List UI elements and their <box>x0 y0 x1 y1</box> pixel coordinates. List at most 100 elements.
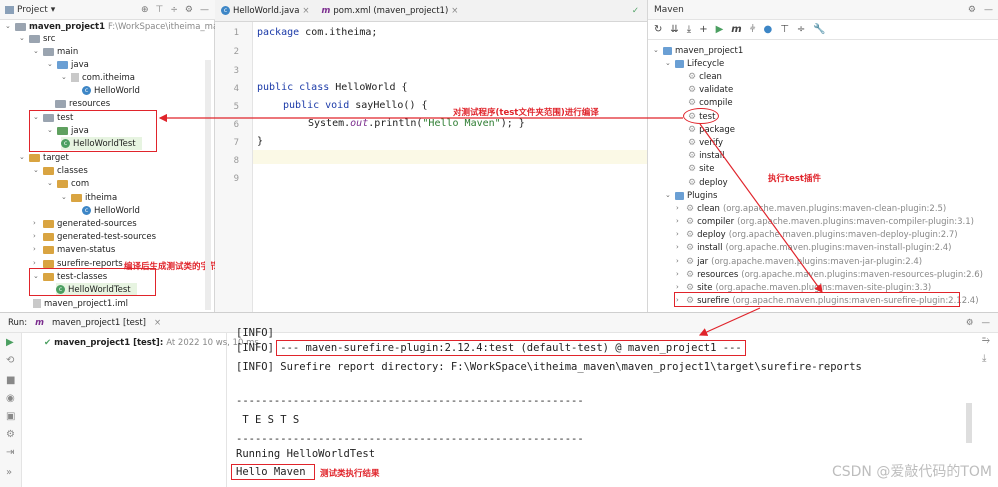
scroll-to-end-icon[interactable]: ⤓ <box>982 353 986 364</box>
chevron-right-icon[interactable]: › <box>676 284 683 291</box>
generate-sources-icon[interactable]: ⇊ <box>670 24 678 35</box>
close-icon[interactable]: × <box>154 318 161 328</box>
lifecycle-node[interactable]: ⌄ Lifecycle <box>665 57 724 70</box>
tree-item-com[interactable]: ⌄ com <box>47 177 89 190</box>
expand-all-icon[interactable]: ÷ <box>170 5 178 15</box>
chevron-down-icon[interactable]: ⌄ <box>19 154 26 161</box>
skip-tests-icon[interactable]: ● <box>763 24 772 35</box>
show-dependencies-icon[interactable]: ⊤ <box>780 24 789 35</box>
plugin-item-install[interactable]: › ⚙ install (org.apache.maven.plugins:maven… <box>676 241 951 254</box>
chevron-down-icon[interactable]: ⌄ <box>61 194 68 201</box>
chevron-right-icon[interactable]: › <box>676 205 683 212</box>
stop-icon[interactable]: ■ <box>6 375 15 386</box>
console-scrollbar[interactable] <box>966 403 972 443</box>
tree-item-classes[interactable]: ⌄ classes <box>33 164 88 177</box>
add-icon[interactable]: + <box>699 24 707 35</box>
chevron-right-icon[interactable]: › <box>676 271 683 278</box>
chevron-right-icon[interactable]: › <box>676 218 683 225</box>
tree-item-main[interactable]: ⌄ main <box>33 45 78 58</box>
lifecycle-item-verify[interactable]: ⚙ verify <box>688 136 723 149</box>
tree-item-generated-test-sources[interactable]: › generated-test-sources <box>33 230 156 243</box>
tree-item-java[interactable]: ⌄ java <box>47 58 89 71</box>
hide-icon[interactable]: — <box>984 5 993 15</box>
execute-goal-icon[interactable]: m <box>731 24 741 35</box>
chevron-down-icon[interactable]: ⌄ <box>47 61 54 68</box>
toggle-offline-icon[interactable]: ⫩ <box>750 24 756 35</box>
tree-item-iml[interactable]: maven_project1.iml <box>33 297 128 310</box>
chevron-down-icon[interactable]: ⌄ <box>5 23 12 30</box>
chevron-down-icon[interactable]: ⌄ <box>61 74 68 81</box>
wrench-icon[interactable]: 🔧 <box>813 24 825 35</box>
chevron-right-icon[interactable]: › <box>33 233 40 240</box>
chevron-right-icon[interactable]: › <box>33 220 40 227</box>
chevron-down-icon[interactable]: ⌄ <box>653 47 660 54</box>
chevron-right-icon[interactable]: › <box>676 231 683 238</box>
lifecycle-item-validate[interactable]: ⚙ validate <box>688 83 733 96</box>
locate-icon[interactable]: ⊕ <box>141 5 149 15</box>
lifecycle-item-deploy[interactable]: ⚙ deploy <box>688 176 728 189</box>
code-editor[interactable]: package com.itheima; public class HelloW… <box>253 22 647 312</box>
tab-helloworld-java[interactable]: c HelloWorld.java × <box>221 6 310 16</box>
hide-icon[interactable]: — <box>200 5 209 15</box>
lifecycle-item-package[interactable]: ⚙ package <box>688 123 735 136</box>
plugin-item-deploy[interactable]: › ⚙ deploy (org.apache.maven.plugins:maven-… <box>676 228 958 241</box>
collapse-icon[interactable]: ÷ <box>797 24 805 35</box>
plugins-node[interactable]: ⌄ Plugins <box>665 189 717 202</box>
download-icon[interactable]: ⤓ <box>687 24 691 35</box>
gear-icon[interactable]: ⚙ <box>966 318 974 328</box>
lifecycle-item-install[interactable]: ⚙ install <box>688 149 725 162</box>
chevron-right-icon[interactable]: › <box>676 258 683 265</box>
lifecycle-item-compile[interactable]: ⚙ compile <box>688 96 733 109</box>
tree-item-helloworld-class[interactable]: c HelloWorld <box>82 204 140 217</box>
chevron-down-icon[interactable]: ⌄ <box>47 180 54 187</box>
tab-pom-xml[interactable]: m pom.xml (maven_project1) × <box>322 6 459 16</box>
view-icon[interactable]: ◉ <box>6 393 15 404</box>
plugin-item-resources[interactable]: › ⚙ resources (org.apache.maven.plugins:mav… <box>676 268 983 281</box>
run-icon[interactable]: ▶ <box>716 24 724 35</box>
lifecycle-item-site[interactable]: ⚙ site <box>688 162 714 175</box>
tree-item-itheima[interactable]: ⌄ itheima <box>61 191 117 204</box>
plugin-item-jar[interactable]: › ⚙ jar (org.apache.maven.plugins:maven-jar… <box>676 255 922 268</box>
run-tab[interactable]: maven_project1 [test] <box>52 318 146 328</box>
exit-icon[interactable]: ⇥ <box>6 447 14 458</box>
gear-icon[interactable]: ⚙ <box>185 5 193 15</box>
camera-icon[interactable]: ▣ <box>6 411 15 422</box>
folder-icon <box>43 219 54 228</box>
rerun-icon[interactable]: ▶ <box>6 337 14 348</box>
tree-item-resources[interactable]: resources <box>55 97 110 110</box>
tree-item-src[interactable]: ⌄ src <box>19 32 55 45</box>
soft-wrap-icon[interactable]: ⥱ <box>982 335 990 346</box>
tree-item-maven-status[interactable]: › maven-status <box>33 243 115 256</box>
chevron-down-icon[interactable]: ⌄ <box>33 48 40 55</box>
chevron-down-icon[interactable]: ⌄ <box>19 35 26 42</box>
tree-item-helloworld[interactable]: c HelloWorld <box>82 84 140 97</box>
settings-icon[interactable]: ⚙ <box>6 429 15 440</box>
gear-icon[interactable]: ⚙ <box>968 5 976 15</box>
lifecycle-item-clean[interactable]: ⚙ clean <box>688 70 722 83</box>
project-view-selector[interactable]: Project <box>17 5 48 15</box>
chevron-right-icon[interactable]: › <box>33 260 40 267</box>
run-tree-item[interactable]: ✔ maven_project1 [test]: At 2022 10 ws, … <box>44 336 259 349</box>
lifecycle-label: Lifecycle <box>687 58 725 69</box>
close-icon[interactable]: × <box>451 6 458 16</box>
reload-icon[interactable]: ↻ <box>654 24 662 35</box>
maven-project-node[interactable]: ⌄ maven_project1 <box>653 44 743 57</box>
project-scrollbar[interactable] <box>205 60 211 310</box>
chevron-down-icon[interactable]: ⌄ <box>665 60 672 67</box>
tree-item-package[interactable]: ⌄ com.itheima <box>61 71 135 84</box>
chevron-right-icon[interactable]: › <box>676 244 683 251</box>
chevron-down-icon[interactable]: ⌄ <box>33 167 40 174</box>
toggle-tree-icon[interactable]: ⟲ <box>6 355 14 366</box>
plugin-item-clean[interactable]: › ⚙ clean (org.apache.maven.plugins:maven-c… <box>676 202 946 215</box>
inspection-ok-icon[interactable]: ✓ <box>632 6 639 16</box>
chevron-down-icon[interactable]: ⌄ <box>665 192 672 199</box>
collapse-all-icon[interactable]: ⊤ <box>156 5 164 15</box>
plugin-item-compiler[interactable]: › ⚙ compiler (org.apache.maven.plugins:mave… <box>676 215 974 228</box>
tree-item-target[interactable]: ⌄ target <box>19 151 69 164</box>
hide-icon[interactable]: — <box>982 318 991 328</box>
tree-item-generated-sources[interactable]: › generated-sources <box>33 217 137 230</box>
pin-icon[interactable]: » <box>6 467 12 478</box>
close-icon[interactable]: × <box>302 6 309 16</box>
chevron-right-icon[interactable]: › <box>33 246 40 253</box>
chevron-down-icon[interactable]: ▾ <box>51 5 56 15</box>
